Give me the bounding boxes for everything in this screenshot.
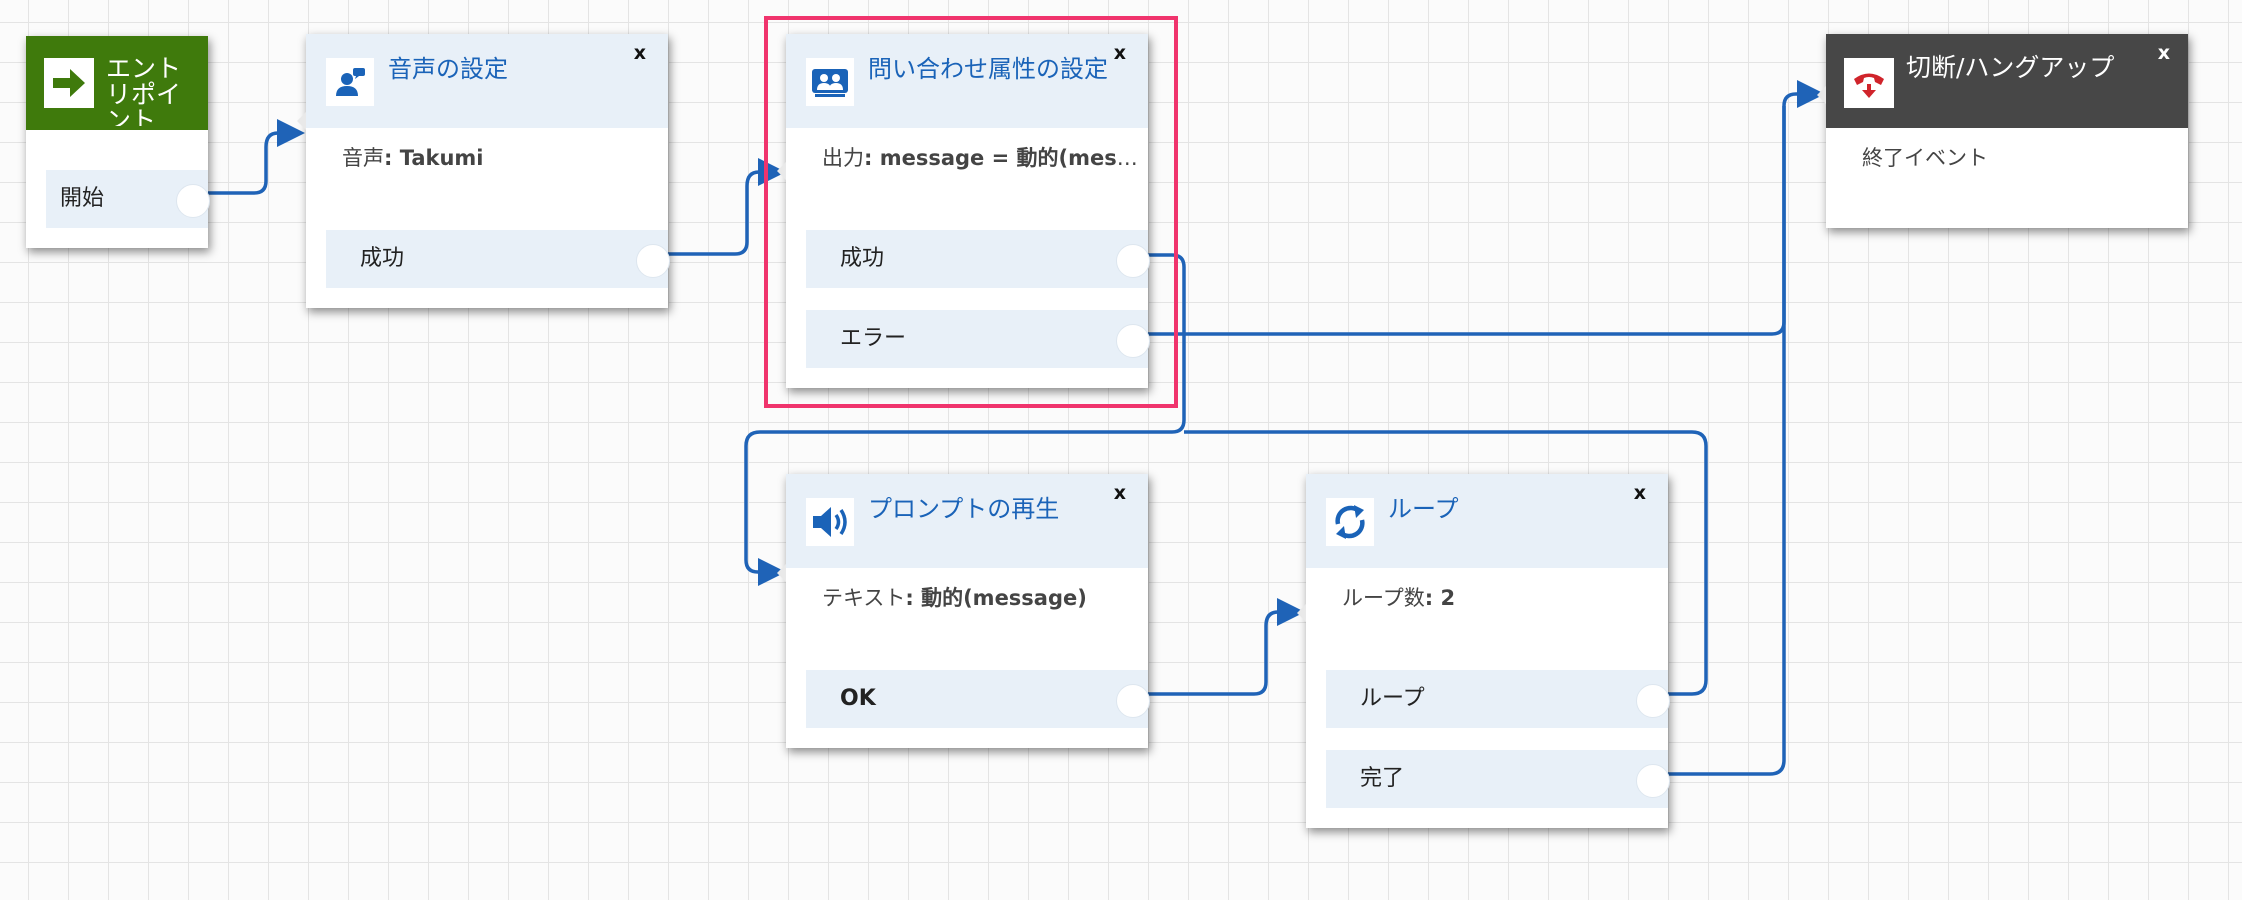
loop-title: ループ xyxy=(1388,495,1459,523)
play-prompt-ok-connector-handle[interactable] xyxy=(1116,684,1150,718)
play-prompt-detail-value: : 動的(message) xyxy=(905,586,1087,610)
loop-block[interactable]: ループ x ループ数: 2 ループ 完了 xyxy=(1297,474,1670,828)
play-prompt-input-handle[interactable] xyxy=(777,564,786,582)
loop-complete-label: 完了 xyxy=(1360,766,1405,791)
loop-close-button[interactable]: x xyxy=(1634,482,1646,504)
disconnect-header: 切断/ハングアップ x xyxy=(1826,34,2188,128)
set-attributes-error-connector-handle[interactable] xyxy=(1116,324,1150,358)
set-attributes-error-label: エラー xyxy=(840,326,907,351)
set-voice-detail-value: : Takumi xyxy=(384,146,484,170)
entry-start-port[interactable]: 開始 xyxy=(46,170,210,228)
play-prompt-title: プロンプトの再生 xyxy=(868,495,1060,523)
set-attributes-success-label: 成功 xyxy=(840,246,885,271)
loop-complete-port[interactable]: 完了 xyxy=(1326,750,1670,808)
entry-start-connector-handle[interactable] xyxy=(176,184,210,218)
entry-point-block[interactable]: エントリポイント 開始 xyxy=(26,36,210,248)
arrow-right-icon xyxy=(44,58,94,108)
play-prompt-ok-port[interactable]: OK xyxy=(806,670,1150,728)
set-attributes-detail: 出力: message = 動的(mess... xyxy=(822,142,1140,172)
set-attributes-header: 問い合わせ属性の設定 x xyxy=(786,34,1148,128)
play-prompt-block[interactable]: プロンプトの再生 x テキスト: 動的(message) OK xyxy=(777,474,1150,748)
disconnect-detail: 終了イベント xyxy=(1862,146,1988,170)
disconnect-input-handle[interactable] xyxy=(1817,86,1826,104)
loop-loop-port[interactable]: ループ xyxy=(1326,670,1670,728)
set-attributes-input-handle[interactable] xyxy=(777,162,786,180)
speaker-icon xyxy=(806,498,854,546)
loop-header: ループ x xyxy=(1306,474,1668,568)
disconnect-block[interactable]: 切断/ハングアップ x 終了イベント xyxy=(1817,34,2188,228)
set-attributes-success-port[interactable]: 成功 xyxy=(806,230,1150,288)
set-voice-success-label: 成功 xyxy=(360,246,405,271)
play-prompt-close-button[interactable]: x xyxy=(1114,482,1126,504)
set-voice-success-port[interactable]: 成功 xyxy=(326,230,670,288)
play-prompt-header: プロンプトの再生 x xyxy=(786,474,1148,568)
set-voice-title: 音声の設定 xyxy=(388,55,508,83)
loop-input-handle[interactable] xyxy=(1297,604,1306,622)
set-attributes-error-port[interactable]: エラー xyxy=(806,310,1150,368)
loop-detail-label: ループ数 xyxy=(1342,586,1425,610)
connector-attributes-error-to-disconnect xyxy=(1142,80,1825,336)
loop-detail: ループ数: 2 xyxy=(1342,582,1658,612)
set-attributes-title: 問い合わせ属性の設定 xyxy=(868,55,1108,83)
set-voice-input-handle[interactable] xyxy=(297,112,306,130)
entry-point-title: エントリポイント xyxy=(106,56,182,126)
play-prompt-ok-label: OK xyxy=(840,686,876,711)
play-prompt-detail-label: テキスト xyxy=(822,586,906,610)
connector-loop-complete-to-disconnect xyxy=(1662,106,1786,776)
set-voice-block[interactable]: 音声の設定 x 音声: Takumi 成功 xyxy=(297,34,670,308)
loop-complete-connector-handle[interactable] xyxy=(1636,764,1670,798)
loop-loop-connector-handle[interactable] xyxy=(1636,684,1670,718)
set-voice-detail-label: 音声 xyxy=(342,146,384,170)
set-contact-attributes-block[interactable]: 問い合わせ属性の設定 x 出力: message = 動的(mess... 成功… xyxy=(777,34,1150,388)
loop-detail-value: : 2 xyxy=(1424,586,1456,610)
phone-hangup-icon xyxy=(1844,58,1894,108)
set-attributes-detail-value: : message = 動的(mess... xyxy=(864,146,1140,170)
entry-point-header: エントリポイント xyxy=(26,36,208,130)
loop-loop-label: ループ xyxy=(1360,686,1425,711)
connector-entry-to-voice xyxy=(206,119,305,195)
set-voice-close-button[interactable]: x xyxy=(634,42,646,64)
connector-voice-to-attributes xyxy=(662,158,786,256)
disconnect-title: 切断/ハングアップ xyxy=(1906,53,2115,82)
loop-arrows-icon xyxy=(1326,498,1374,546)
disconnect-close-button[interactable]: x xyxy=(2158,42,2170,64)
play-prompt-detail: テキスト: 動的(message) xyxy=(822,582,1138,612)
entry-start-label: 開始 xyxy=(60,186,105,211)
set-attributes-success-connector-handle[interactable] xyxy=(1116,244,1150,278)
contact-attributes-icon xyxy=(806,58,854,106)
set-voice-header: 音声の設定 x xyxy=(306,34,668,128)
set-attributes-close-button[interactable]: x xyxy=(1114,42,1126,64)
set-attributes-detail-label: 出力 xyxy=(822,146,864,170)
connector-prompt-ok-to-loop xyxy=(1142,598,1305,696)
flow-canvas[interactable]: エントリポイント 開始 音声の設定 x 音声: Takumi 成功 問い合わせ属… xyxy=(0,0,2242,900)
set-voice-detail: 音声: Takumi xyxy=(342,142,658,172)
set-voice-success-connector-handle[interactable] xyxy=(636,244,670,278)
voice-person-icon xyxy=(326,58,374,106)
